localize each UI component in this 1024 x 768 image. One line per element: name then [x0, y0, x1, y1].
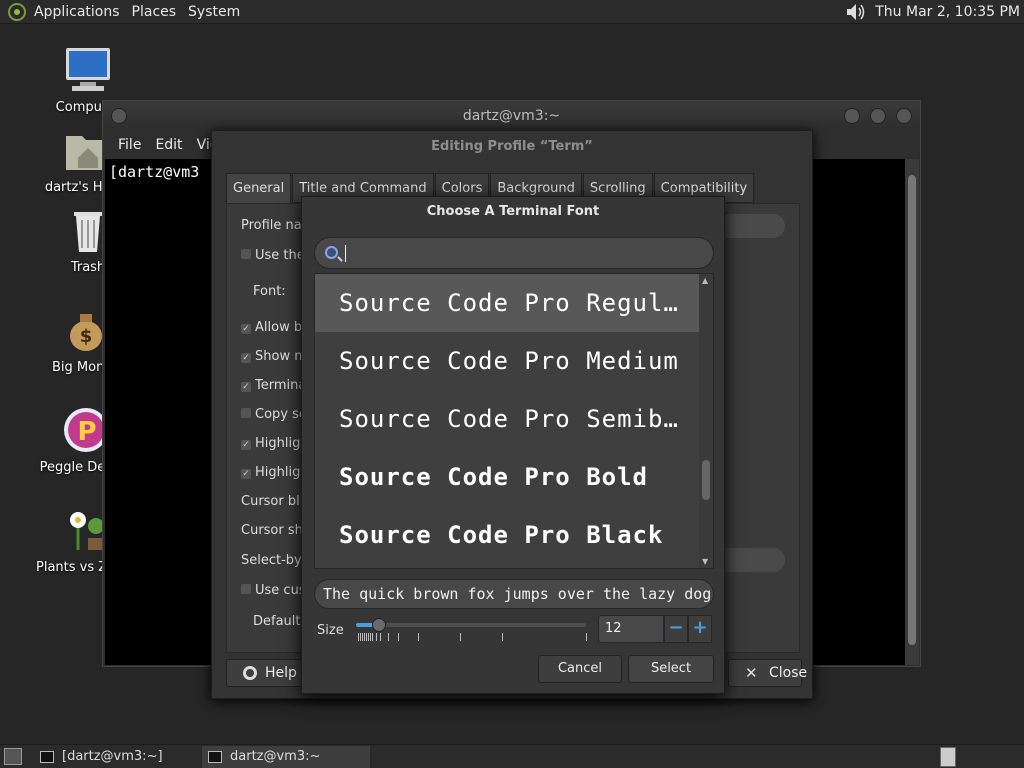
- select-button[interactable]: Select: [628, 655, 714, 683]
- profile-row-label: Font:: [253, 284, 286, 299]
- menu-applications[interactable]: Applications: [28, 0, 126, 24]
- taskbar-item-label: [dartz@vm3:~]: [62, 749, 163, 764]
- bottom-panel: [dartz@vm3:~] dartz@vm3:~: [0, 744, 1024, 768]
- cancel-button[interactable]: Cancel: [538, 655, 622, 683]
- volume-icon[interactable]: [845, 2, 867, 22]
- font-list[interactable]: Source Code Pro Regul… Source Code Pro Me…: [314, 273, 714, 569]
- checkbox[interactable]: ✓: [241, 353, 251, 363]
- profile-row: Font:: [253, 284, 286, 299]
- terminal-icon: [40, 751, 54, 763]
- checkbox[interactable]: ✓: [241, 440, 251, 450]
- slider-tick: [360, 633, 361, 641]
- text-caret: [345, 245, 346, 262]
- profile-name-input[interactable]: [715, 214, 785, 238]
- scroll-up-icon[interactable]: ▲: [702, 276, 708, 285]
- slider-tick: [372, 633, 373, 641]
- font-chooser-dialog: Choose A Terminal Font Source Code Pro R…: [301, 196, 725, 694]
- checkbox[interactable]: ✓: [241, 382, 251, 392]
- terminal-prompt: [dartz@vm3: [109, 163, 200, 181]
- show-desktop-icon[interactable]: [4, 748, 22, 765]
- terminal-title: dartz@vm3:~: [462, 108, 561, 124]
- terminal-titlebar[interactable]: dartz@vm3:~: [103, 101, 920, 131]
- size-slider[interactable]: [356, 618, 586, 632]
- taskbar-item-terminal-active[interactable]: dartz@vm3:~: [202, 746, 370, 768]
- help-button-label: Help: [265, 665, 297, 681]
- size-value-input[interactable]: 12: [598, 615, 664, 643]
- close-button-label: Close: [769, 665, 808, 681]
- slider-tick: [364, 633, 365, 641]
- taskbar-item-label: dartz@vm3:~: [230, 749, 321, 764]
- computer-icon: [66, 48, 110, 91]
- svg-text:P: P: [77, 417, 96, 447]
- checkbox[interactable]: [241, 249, 251, 259]
- size-label: Size: [317, 623, 344, 638]
- terminal-icon: [208, 751, 222, 763]
- checkbox[interactable]: ✓: [241, 469, 251, 479]
- distro-logo-icon[interactable]: [8, 2, 26, 21]
- scrollbar-thumb[interactable]: [702, 460, 710, 500]
- font-preview-input[interactable]: The quick brown fox jumps over the lazy …: [314, 579, 714, 609]
- slider-tick: [370, 633, 371, 641]
- slider-tick: [388, 633, 389, 641]
- font-chooser-title: Choose A Terminal Font: [426, 204, 600, 219]
- slider-tick: [368, 633, 369, 641]
- terminal-scrollbar[interactable]: [905, 159, 919, 665]
- svg-text:$: $: [80, 326, 93, 347]
- slider-tick: [398, 633, 399, 641]
- size-increase-button[interactable]: +: [688, 615, 712, 643]
- scroll-down-icon[interactable]: ▼: [702, 557, 708, 566]
- font-list-scrollbar[interactable]: ▲ ▼: [699, 274, 713, 568]
- size-decrease-button[interactable]: −: [664, 615, 688, 643]
- slider-tick: [362, 633, 363, 641]
- slider-tick: [358, 633, 359, 641]
- top-panel: Applications Places System Thu Mar 2, 10…: [0, 0, 1024, 24]
- font-list-item[interactable]: Source Code Pro Medium: [315, 332, 699, 390]
- font-search-input[interactable]: [314, 237, 714, 269]
- menu-system[interactable]: System: [182, 0, 246, 24]
- search-icon: [325, 246, 338, 259]
- help-button[interactable]: Help: [226, 659, 312, 687]
- slider-tick: [380, 633, 381, 641]
- menu-edit[interactable]: Edit: [148, 137, 189, 153]
- slider-tick: [366, 633, 367, 641]
- minimize-icon[interactable]: [844, 108, 860, 124]
- top-panel-tray: Thu Mar 2, 10:35 PM: [845, 0, 1020, 24]
- trash-applet-icon[interactable]: [940, 747, 956, 767]
- close-button[interactable]: ✕ Close: [728, 659, 807, 687]
- font-list-item[interactable]: Source Code Pro Bold: [315, 448, 699, 506]
- slider-tick: [586, 633, 587, 641]
- checkbox[interactable]: [241, 584, 251, 594]
- window-menu-icon[interactable]: [111, 108, 127, 124]
- profile-dialog-title: Editing Profile “Term”: [431, 139, 593, 154]
- select-by-word-input[interactable]: [715, 548, 785, 572]
- scrollbar-thumb[interactable]: [908, 175, 916, 645]
- font-list-item[interactable]: Source Code Pro Regul…: [315, 274, 699, 332]
- clock[interactable]: Thu Mar 2, 10:35 PM: [875, 4, 1020, 20]
- slider-tick: [376, 633, 377, 641]
- checkbox[interactable]: ✓: [241, 324, 251, 334]
- menu-places[interactable]: Places: [126, 0, 183, 24]
- taskbar-item-terminal[interactable]: [dartz@vm3:~]: [34, 746, 198, 768]
- font-list-item[interactable]: Source Code Pro Semib…: [315, 390, 699, 448]
- slider-tick: [460, 633, 461, 641]
- font-list-item[interactable]: Source Code Pro Black: [315, 506, 699, 564]
- slider-tick: [418, 633, 419, 641]
- tab-general[interactable]: General: [226, 173, 292, 203]
- slider-tick: [502, 633, 503, 641]
- menu-file[interactable]: File: [111, 137, 148, 153]
- help-icon: [243, 666, 257, 680]
- checkbox[interactable]: [241, 408, 251, 418]
- size-spinbutton: 12 − +: [598, 615, 714, 643]
- close-icon[interactable]: [896, 108, 912, 124]
- size-slider-knob[interactable]: [372, 618, 386, 632]
- close-x-icon: ✕: [745, 664, 758, 682]
- maximize-icon[interactable]: [870, 108, 886, 124]
